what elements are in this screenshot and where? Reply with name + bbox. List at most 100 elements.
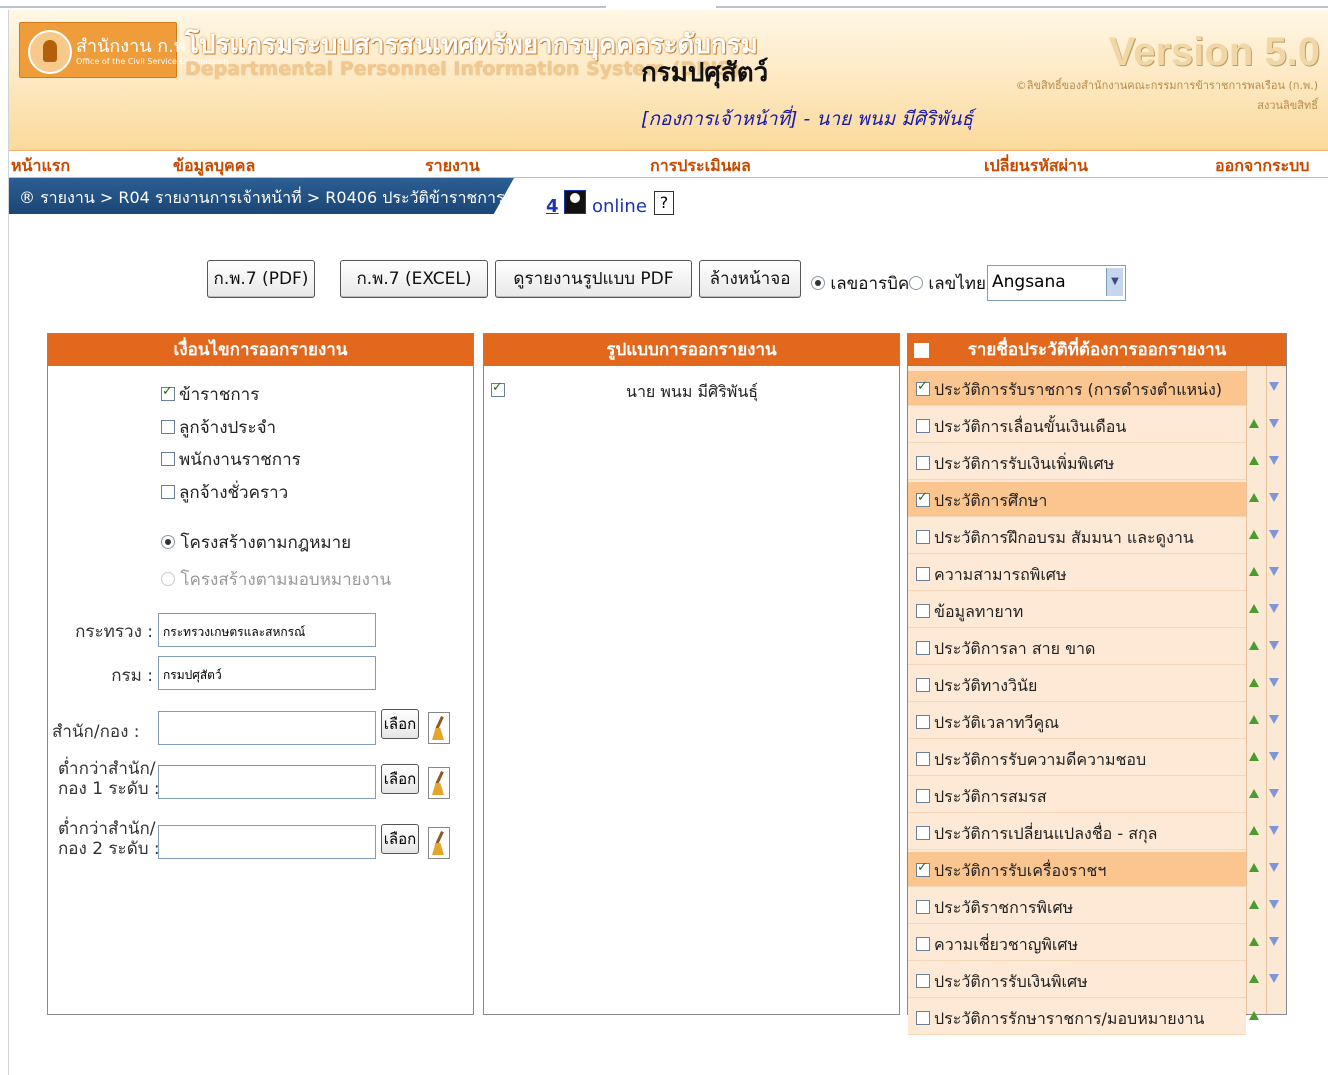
history-item-checkbox[interactable] (916, 974, 930, 988)
menu-report[interactable]: รายงาน (425, 154, 480, 179)
radio-thai-dot[interactable] (909, 276, 923, 290)
menu-logout[interactable]: ออกจากระบบ (1215, 154, 1309, 179)
menu-change-password[interactable]: เปลี่ยนรหัสผ่าน (984, 154, 1088, 179)
move-up-icon[interactable] (1249, 641, 1259, 650)
move-down-icon[interactable] (1269, 382, 1279, 391)
move-down-icon[interactable] (1269, 789, 1279, 798)
history-item[interactable]: ประวัติการลา สาย ขาด (908, 630, 1279, 665)
dept-field[interactable]: กรมปศุสัตว์ (158, 656, 376, 690)
history-item-checkbox[interactable] (916, 530, 930, 544)
menu-home[interactable]: หน้าแรก (11, 154, 70, 179)
checkbox[interactable] (161, 485, 175, 499)
move-down-icon[interactable] (1269, 530, 1279, 539)
history-item[interactable]: ประวัติเวลาทวีคูณ (908, 704, 1279, 739)
move-down-icon[interactable] (1269, 567, 1279, 576)
level1-pick-button[interactable]: เลือก (381, 764, 419, 794)
move-up-icon[interactable] (1249, 937, 1259, 946)
move-up-icon[interactable] (1249, 567, 1259, 576)
select-all-checkbox[interactable] (914, 343, 929, 358)
clear-broom-icon[interactable] (428, 767, 450, 799)
radio-arabic[interactable]: เลขอารบิค (811, 270, 909, 297)
person-checkbox[interactable] (491, 380, 505, 397)
clear-button[interactable]: ล้างหน้าจอ (699, 260, 801, 298)
move-down-icon[interactable] (1269, 863, 1279, 872)
move-up-icon[interactable] (1249, 493, 1259, 502)
radio-dot[interactable] (161, 535, 175, 549)
history-item[interactable]: ข้อมูลทายาท (908, 593, 1279, 628)
history-item-checkbox[interactable] (916, 715, 930, 729)
move-down-icon[interactable] (1269, 715, 1279, 724)
history-item-checkbox[interactable] (916, 641, 930, 655)
move-up-icon[interactable] (1249, 863, 1259, 872)
radio-thai[interactable]: เลขไทย (909, 270, 986, 297)
move-down-icon[interactable] (1269, 752, 1279, 761)
move-up-icon[interactable] (1249, 1011, 1259, 1020)
history-item[interactable]: ความเชี่ยวชาญพิเศษ (908, 926, 1279, 961)
history-item[interactable]: ประวัติราชการพิเศษ (908, 889, 1279, 924)
level2-field[interactable] (158, 825, 376, 859)
menu-personal-data[interactable]: ข้อมูลบุคคล (173, 154, 255, 179)
history-item-checkbox[interactable] (916, 604, 930, 618)
history-item[interactable]: ประวัติทางวินัย (908, 667, 1279, 702)
history-item-checkbox[interactable] (916, 860, 930, 877)
move-up-icon[interactable] (1249, 752, 1259, 761)
clear-broom-icon[interactable] (428, 712, 450, 744)
radio-structure-law[interactable]: โครงสร้างตามกฎหมาย (161, 529, 351, 556)
history-item-checkbox[interactable] (916, 789, 930, 803)
move-down-icon[interactable] (1269, 826, 1279, 835)
move-down-icon[interactable] (1269, 456, 1279, 465)
clear-broom-icon[interactable] (428, 827, 450, 859)
type-temporary-employee[interactable]: ลูกจ้างชั่วคราว (161, 479, 288, 506)
history-item[interactable]: ประวัติการเลื่อนขั้นเงินเดือน (908, 408, 1279, 443)
view-pdf-button[interactable]: ดูรายงานรูปแบบ PDF (495, 260, 692, 298)
history-item-checkbox[interactable] (916, 826, 930, 840)
history-item[interactable]: ประวัติการรับเงินเพิ่มพิเศษ (908, 445, 1279, 480)
history-item[interactable]: ประวัติการรับราชการ (การดำรงตำแหน่ง) (908, 371, 1279, 406)
online-count[interactable]: 4 (546, 196, 559, 217)
move-down-icon[interactable] (1269, 641, 1279, 650)
history-item[interactable]: ประวัติการเปลี่ยนแปลงชื่อ - สกุล (908, 815, 1279, 850)
history-item[interactable]: ประวัติการรักษาราชการ/มอบหมายงาน (908, 1000, 1259, 1035)
type-government-employee[interactable]: พนักงานราชการ (161, 446, 301, 473)
history-item[interactable]: ประวัติการรับเงินพิเศษ (908, 963, 1279, 998)
checkbox[interactable] (161, 420, 175, 434)
history-item-checkbox[interactable] (916, 937, 930, 951)
chevron-down-icon[interactable]: ▼ (1106, 268, 1123, 296)
move-up-icon[interactable] (1249, 604, 1259, 613)
move-down-icon[interactable] (1269, 900, 1279, 909)
history-item-checkbox[interactable] (916, 490, 930, 507)
move-up-icon[interactable] (1249, 826, 1259, 835)
history-item[interactable]: ประวัติการฝึกอบรม สัมมนา และดูงาน (908, 519, 1279, 554)
move-down-icon[interactable] (1269, 604, 1279, 613)
history-item[interactable]: ประวัติการศึกษา (908, 482, 1279, 517)
move-up-icon[interactable] (1249, 715, 1259, 724)
move-up-icon[interactable] (1249, 789, 1259, 798)
move-up-icon[interactable] (1249, 530, 1259, 539)
move-down-icon[interactable] (1269, 419, 1279, 428)
move-down-icon[interactable] (1269, 678, 1279, 687)
menu-evaluation[interactable]: การประเมินผล (650, 154, 751, 179)
history-item[interactable]: ความสามารถพิเศษ (908, 556, 1279, 591)
history-item[interactable]: ประวัติการรับเครื่องราชฯ (908, 852, 1279, 887)
office-pick-button[interactable]: เลือก (381, 709, 419, 739)
radio-structure-assign[interactable]: โครงสร้างตามมอบหมายงาน (161, 566, 391, 593)
checkbox[interactable] (161, 452, 175, 466)
kp7-excel-button[interactable]: ก.พ.7 (EXCEL) (340, 260, 488, 298)
history-item-checkbox[interactable] (916, 678, 930, 692)
move-down-icon[interactable] (1269, 493, 1279, 502)
history-item-checkbox[interactable] (916, 752, 930, 766)
move-up-icon[interactable] (1249, 678, 1259, 687)
ministry-field[interactable]: กระทรวงเกษตรและสหกรณ์ (158, 613, 376, 647)
font-select[interactable]: Angsana ▼ (987, 265, 1126, 301)
history-item[interactable]: ประวัติการรับความดีความชอบ (908, 741, 1279, 776)
move-down-icon[interactable] (1269, 974, 1279, 983)
type-permanent-employee[interactable]: ลูกจ้างประจำ (161, 414, 276, 441)
level2-pick-button[interactable]: เลือก (381, 824, 419, 854)
history-item-checkbox[interactable] (916, 419, 930, 433)
kp7-pdf-button[interactable]: ก.พ.7 (PDF) (207, 260, 315, 298)
history-item-checkbox[interactable] (916, 567, 930, 581)
move-down-icon[interactable] (1269, 937, 1279, 946)
radio-arabic-dot[interactable] (811, 276, 825, 290)
move-up-icon[interactable] (1249, 974, 1259, 983)
type-civil-servant[interactable]: ข้าราชการ (161, 381, 259, 408)
